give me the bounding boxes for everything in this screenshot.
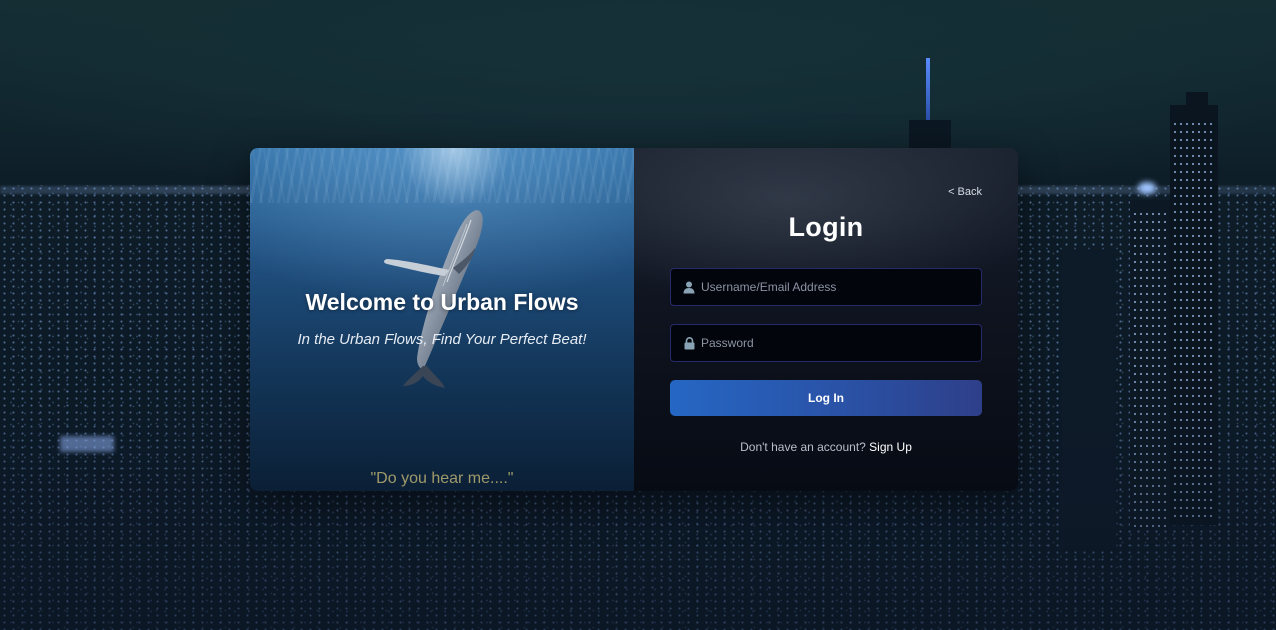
signup-prompt: Don't have an account? bbox=[740, 440, 870, 454]
back-link[interactable]: < Back bbox=[948, 186, 982, 198]
signup-link[interactable]: Sign Up bbox=[869, 440, 912, 454]
rooftop-light bbox=[1138, 182, 1156, 194]
password-input[interactable] bbox=[701, 325, 981, 361]
welcome-title: Welcome to Urban Flows bbox=[305, 289, 579, 315]
login-title: Login bbox=[788, 212, 864, 242]
tower-spire bbox=[926, 58, 930, 120]
user-icon bbox=[671, 269, 701, 305]
login-card: Welcome to Urban Flows In the Urban Flow… bbox=[250, 148, 1018, 491]
welcome-subtitle: In the Urban Flows, Find Your Perfect Be… bbox=[297, 331, 587, 348]
signup-row: Don't have an account? Sign Up bbox=[634, 440, 1018, 454]
password-field bbox=[670, 324, 982, 362]
lock-icon bbox=[671, 325, 701, 361]
quote-text: "Do you hear me...." bbox=[370, 470, 514, 487]
username-input[interactable] bbox=[701, 269, 981, 305]
login-button[interactable]: Log In bbox=[670, 380, 982, 416]
welcome-panel: Welcome to Urban Flows In the Urban Flow… bbox=[250, 148, 634, 491]
username-field bbox=[670, 268, 982, 306]
login-panel: < Back Login Log In Don't have an a bbox=[634, 148, 1018, 491]
